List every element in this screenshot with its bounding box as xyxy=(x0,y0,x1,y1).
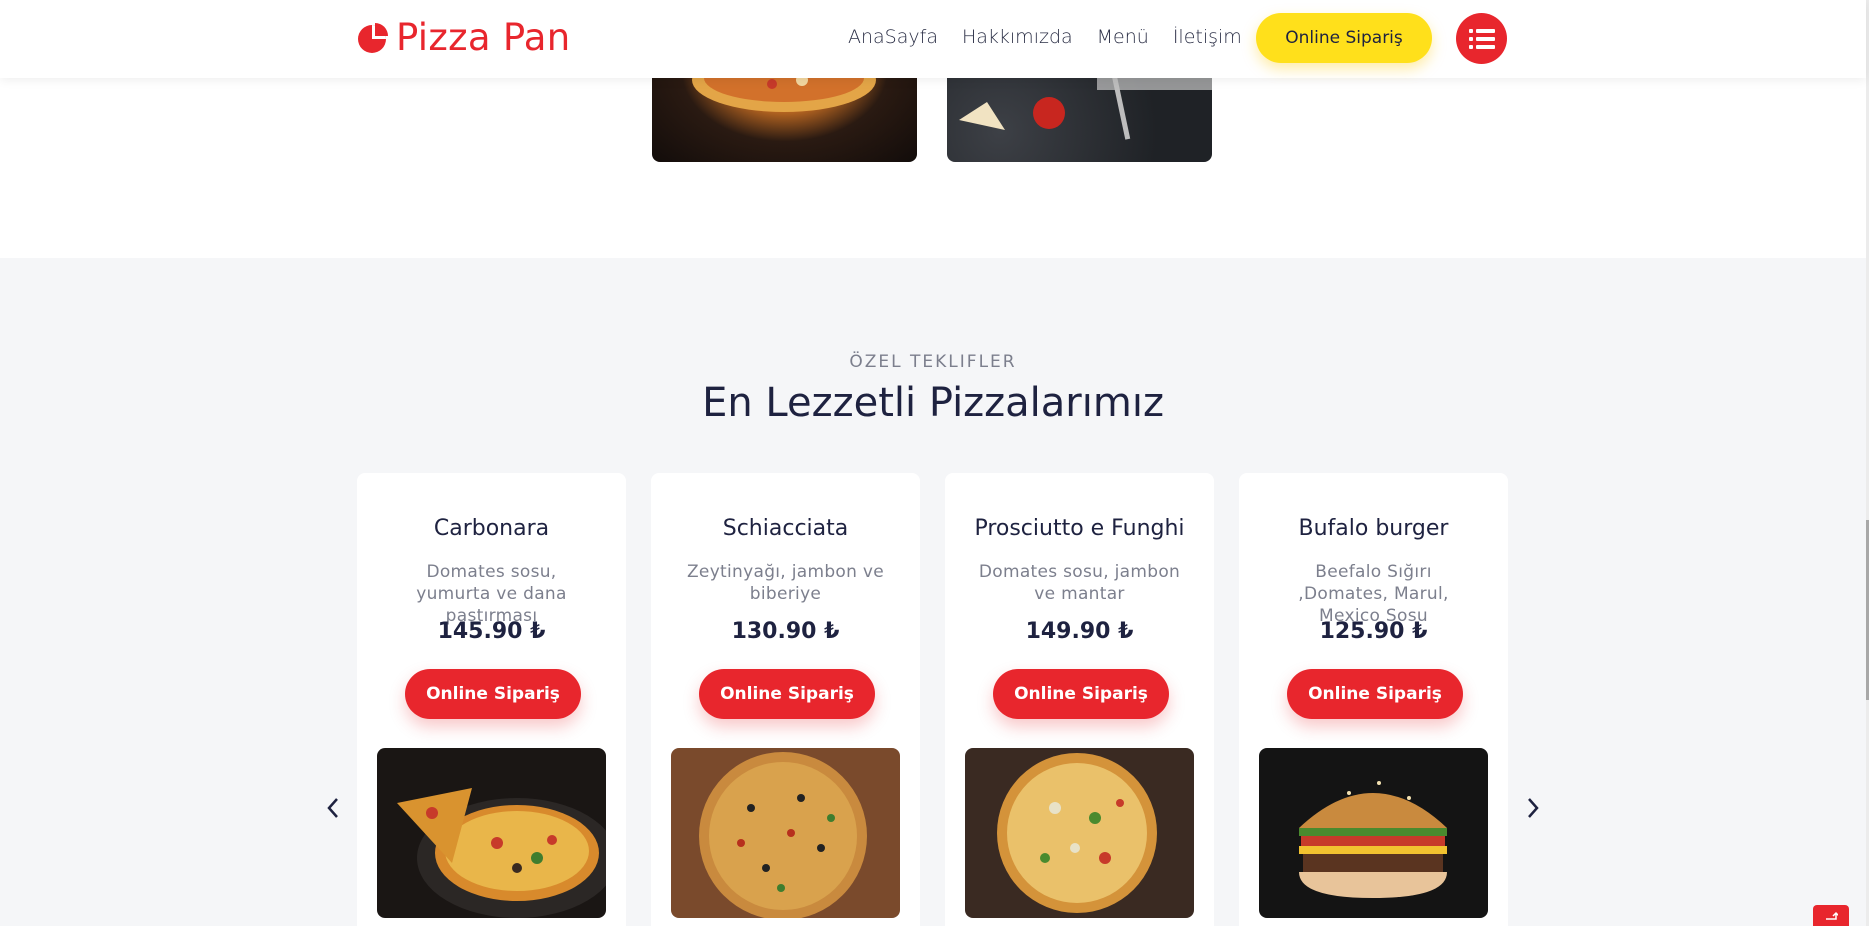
nav-item-about[interactable]: Hakkımızda xyxy=(962,26,1073,48)
carousel-prev-button[interactable] xyxy=(318,793,348,823)
product-image xyxy=(377,748,606,918)
product-name: Schiacciata xyxy=(722,516,849,541)
nav-item-contact[interactable]: İletişim xyxy=(1173,26,1242,48)
product-card-carbonara: Carbonara Domates sosu, yumurta ve dana … xyxy=(357,473,626,926)
product-image xyxy=(1259,748,1488,918)
menu-toggle-button[interactable] xyxy=(1456,13,1507,64)
product-description: Beefalo Sığırı ,Domates, Marul, Mexico S… xyxy=(1298,562,1449,626)
online-order-button[interactable]: Online Sipariş xyxy=(1256,13,1432,63)
product-order-button[interactable]: Online Sipariş xyxy=(699,669,875,719)
special-offers-section: ÖZEL TEKLIFLER En Lezzetli Pizzalarımız … xyxy=(0,258,1866,926)
product-card-schiacciata: Schiacciata Zeytinyağı, jambon ve biberi… xyxy=(651,473,920,926)
site-header: Pizza Pan AnaSayfa Hakkımızda Menü İleti… xyxy=(0,0,1866,78)
product-price: 125.90 ₺ xyxy=(1319,619,1428,644)
product-price: 149.90 ₺ xyxy=(1025,619,1134,644)
chevron-right-icon xyxy=(1528,798,1539,818)
nav-item-home[interactable]: AnaSayfa xyxy=(848,26,938,48)
carousel-next-button[interactable] xyxy=(1518,793,1548,823)
chevron-left-icon xyxy=(327,798,338,818)
product-image xyxy=(965,748,1194,918)
main-nav: AnaSayfa Hakkımızda Menü İletişim xyxy=(848,26,1242,48)
product-name: Bufalo burger xyxy=(1298,516,1449,541)
product-name: Carbonara xyxy=(433,516,550,541)
product-order-button[interactable]: Online Sipariş xyxy=(405,669,581,719)
arrow-up-icon xyxy=(1826,911,1838,920)
logo-text: Pizza Pan xyxy=(396,16,571,59)
product-description: Zeytinyağı, jambon ve biberiye xyxy=(686,562,885,604)
product-name: Prosciutto e Funghi xyxy=(974,516,1185,541)
product-card-bufalo-burger: Bufalo burger Beefalo Sığırı ,Domates, M… xyxy=(1239,473,1508,926)
product-price: 145.90 ₺ xyxy=(437,619,546,644)
product-order-button[interactable]: Online Sipariş xyxy=(1287,669,1463,719)
product-description: Domates sosu, yumurta ve dana pastırması xyxy=(416,562,567,626)
product-price: 130.90 ₺ xyxy=(731,619,840,644)
product-image xyxy=(671,748,900,918)
section-title: En Lezzetli Pizzalarımız xyxy=(702,380,1164,426)
scroll-to-top-button[interactable] xyxy=(1813,905,1849,926)
list-icon xyxy=(1468,28,1495,49)
logo[interactable]: Pizza Pan xyxy=(356,16,571,59)
pizza-logo-icon xyxy=(358,22,388,53)
nav-item-menu[interactable]: Menü xyxy=(1097,26,1149,48)
product-order-button[interactable]: Online Sipariş xyxy=(993,669,1169,719)
product-description: Domates sosu, jambon ve mantar xyxy=(978,562,1181,604)
product-card-prosciutto-e-funghi: Prosciutto e Funghi Domates sosu, jambon… xyxy=(945,473,1214,926)
section-eyebrow: ÖZEL TEKLIFLER xyxy=(849,352,1017,372)
